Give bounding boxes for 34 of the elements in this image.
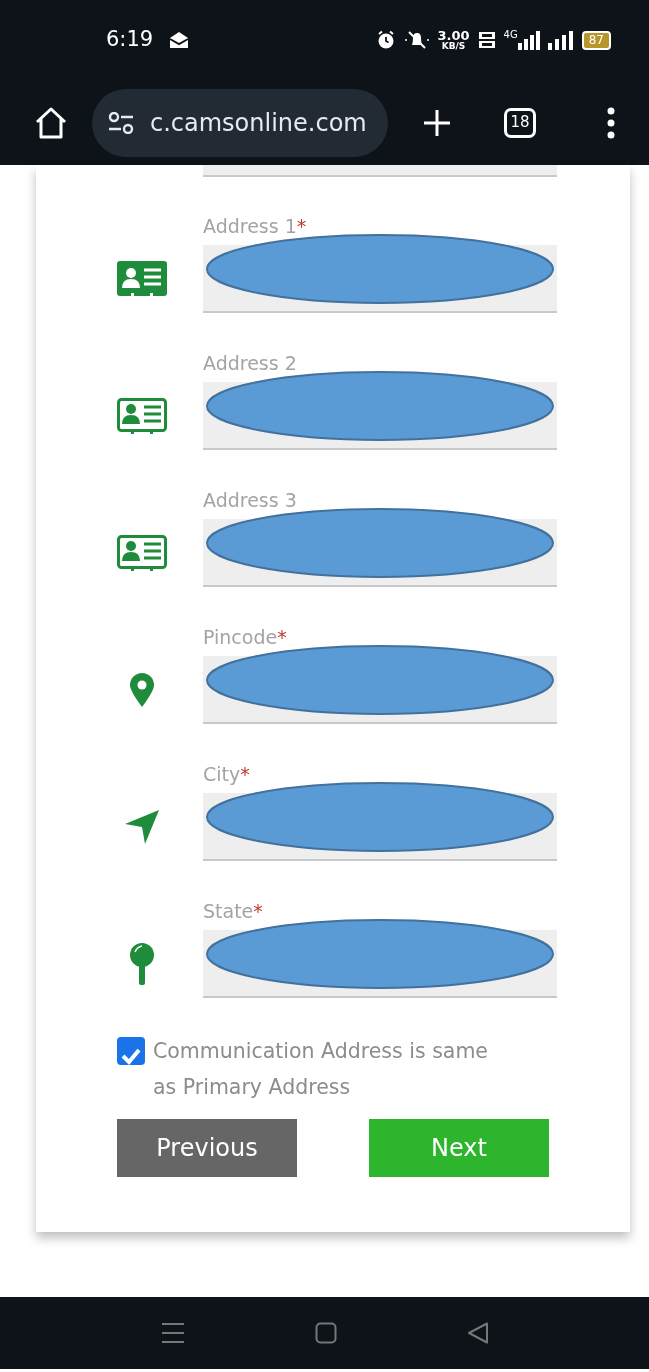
clock-time: 6:19 [106, 26, 154, 54]
mail-icon [169, 31, 190, 49]
new-tab-icon[interactable] [422, 107, 452, 138]
previous-button[interactable]: Previous [117, 1119, 297, 1177]
address-bar[interactable]: c.camsonline.com [92, 88, 388, 157]
network-speed: 3.00 [437, 29, 470, 42]
field-label: Address 1* [203, 214, 308, 239]
home-icon[interactable] [34, 106, 68, 139]
field-label: State* [203, 899, 264, 924]
id-card-icon [117, 261, 167, 297]
battery-indicator: 87 [581, 30, 611, 50]
menu-icon[interactable] [606, 106, 616, 139]
pushpin-icon [129, 943, 155, 985]
field-label: Pincode* [203, 625, 288, 650]
id-card-icon [117, 398, 167, 434]
navigation-arrow-icon [125, 810, 159, 844]
home-button-icon[interactable] [314, 1322, 337, 1344]
input-field[interactable] [203, 165, 557, 177]
volte-icon [477, 30, 496, 50]
back-icon[interactable] [466, 1322, 489, 1344]
checkbox-label: Communication Address is same as Primary Address [153, 1038, 489, 1101]
muted-bell-icon [403, 30, 430, 50]
signal-icon [517, 30, 540, 50]
network-type: 4G [503, 30, 518, 40]
speed-unit: KB/S [441, 42, 466, 51]
signal-icon [547, 30, 574, 50]
field-label: Address 3 [203, 488, 298, 513]
location-pin-icon [130, 673, 154, 707]
checkbox[interactable] [117, 1037, 145, 1065]
id-card-icon [117, 535, 167, 571]
tab-switcher-button[interactable]: 18 [504, 107, 536, 138]
field-label: Address 2 [203, 351, 298, 376]
site-settings-icon[interactable] [108, 111, 134, 134]
field-label: City* [203, 762, 251, 787]
